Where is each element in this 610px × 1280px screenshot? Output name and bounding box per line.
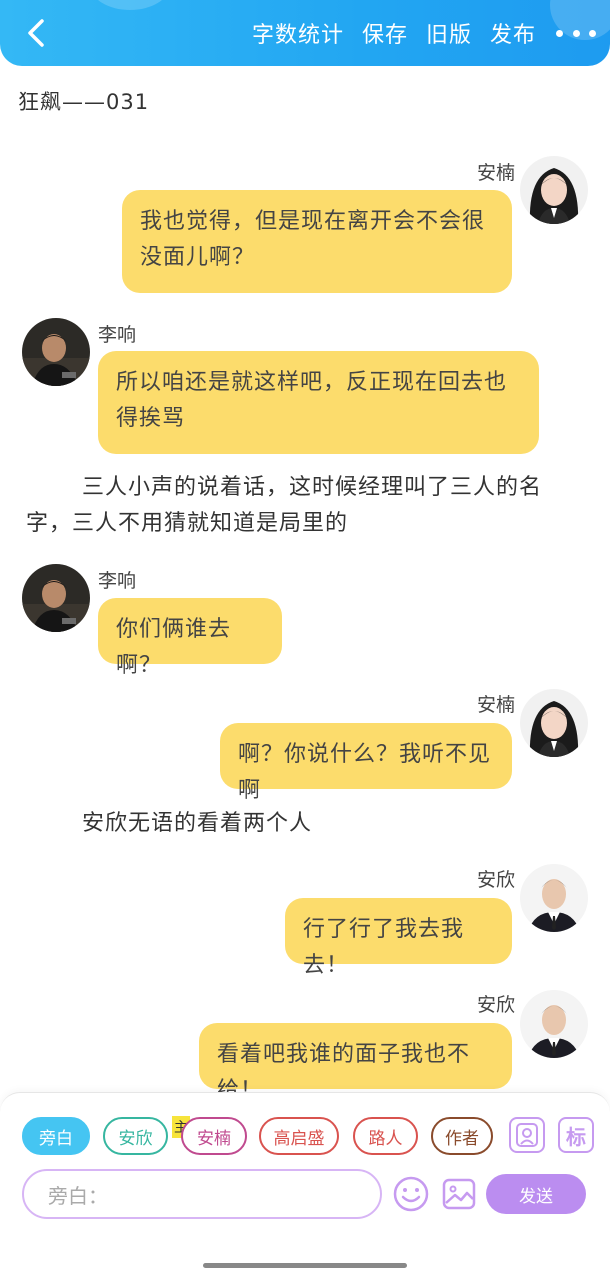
speaker-name: 安欣 xyxy=(477,994,516,1016)
send-button[interactable]: 发送 xyxy=(486,1174,586,1214)
header-actions: 字数统计 保存 旧版 发布 xyxy=(234,0,596,66)
save-button[interactable]: 保存 xyxy=(362,17,408,49)
top-bar: 字数统计 保存 旧版 发布 xyxy=(0,0,610,66)
role-chip-annan[interactable]: 安楠 xyxy=(181,1117,247,1155)
role-chip-passerby[interactable]: 路人 xyxy=(353,1117,418,1155)
message-bubble[interactable]: 所以咱还是就这样吧，反正现在回去也得挨骂 xyxy=(98,351,539,454)
speaker-name: 李响 xyxy=(98,324,137,346)
female-avatar[interactable] xyxy=(520,689,588,757)
back-button[interactable] xyxy=(18,14,54,52)
header-decoration xyxy=(90,0,170,10)
add-role-icon[interactable] xyxy=(509,1117,545,1153)
old-version-button[interactable]: 旧版 xyxy=(426,17,472,49)
publish-button[interactable]: 发布 xyxy=(490,17,536,49)
speaker-name: 李响 xyxy=(98,570,137,592)
home-indicator xyxy=(203,1263,407,1268)
speaker-name: 安楠 xyxy=(477,162,516,184)
image-icon[interactable] xyxy=(440,1175,478,1213)
male-avatar-dark[interactable] xyxy=(22,318,90,386)
word-count-button[interactable]: 字数统计 xyxy=(252,17,344,49)
role-chip-anxin[interactable]: 安欣 xyxy=(103,1117,168,1155)
role-chip-narrator[interactable]: 旁白 xyxy=(22,1117,90,1155)
narration-text[interactable]: 三人小声的说着话，这时候经理叫了三人的名字，三人不用猜就知道是局里的 xyxy=(26,470,586,542)
emoji-icon[interactable] xyxy=(392,1175,430,1213)
speaker-name: 安欣 xyxy=(477,869,516,891)
male-avatar-suit[interactable] xyxy=(520,864,588,932)
mark-label: 标 xyxy=(566,1124,586,1149)
message-bubble[interactable]: 行了行了我去我去！ xyxy=(285,898,512,978)
male-avatar-dark[interactable] xyxy=(22,564,90,632)
male-avatar-suit[interactable] xyxy=(520,990,588,1058)
input-placeholder: 旁白： xyxy=(48,1183,108,1208)
message-bubble[interactable]: 你们俩谁去啊？ xyxy=(98,598,282,678)
role-chip-author[interactable]: 作者 xyxy=(431,1117,493,1155)
narration-text[interactable]: 安欣无语的看着两个人 xyxy=(82,806,312,842)
message-input[interactable]: 旁白： xyxy=(22,1169,382,1219)
message-bubble[interactable]: 看着吧我谁的面子我也不给！ xyxy=(199,1023,512,1103)
role-chip-gaoqisheng[interactable]: 高启盛 xyxy=(259,1117,339,1155)
message-bubble[interactable]: 啊？你说什么？我听不见啊 xyxy=(220,723,512,803)
female-avatar[interactable] xyxy=(520,156,588,224)
mark-icon[interactable]: 标 xyxy=(558,1117,594,1153)
message-bubble[interactable]: 我也觉得，但是现在离开会不会很没面儿啊？ xyxy=(122,190,512,293)
chevron-left-icon xyxy=(28,19,44,47)
speaker-name: 安楠 xyxy=(477,694,516,716)
chapter-title: 狂飙——031 xyxy=(18,90,150,114)
more-icon[interactable] xyxy=(556,18,596,48)
